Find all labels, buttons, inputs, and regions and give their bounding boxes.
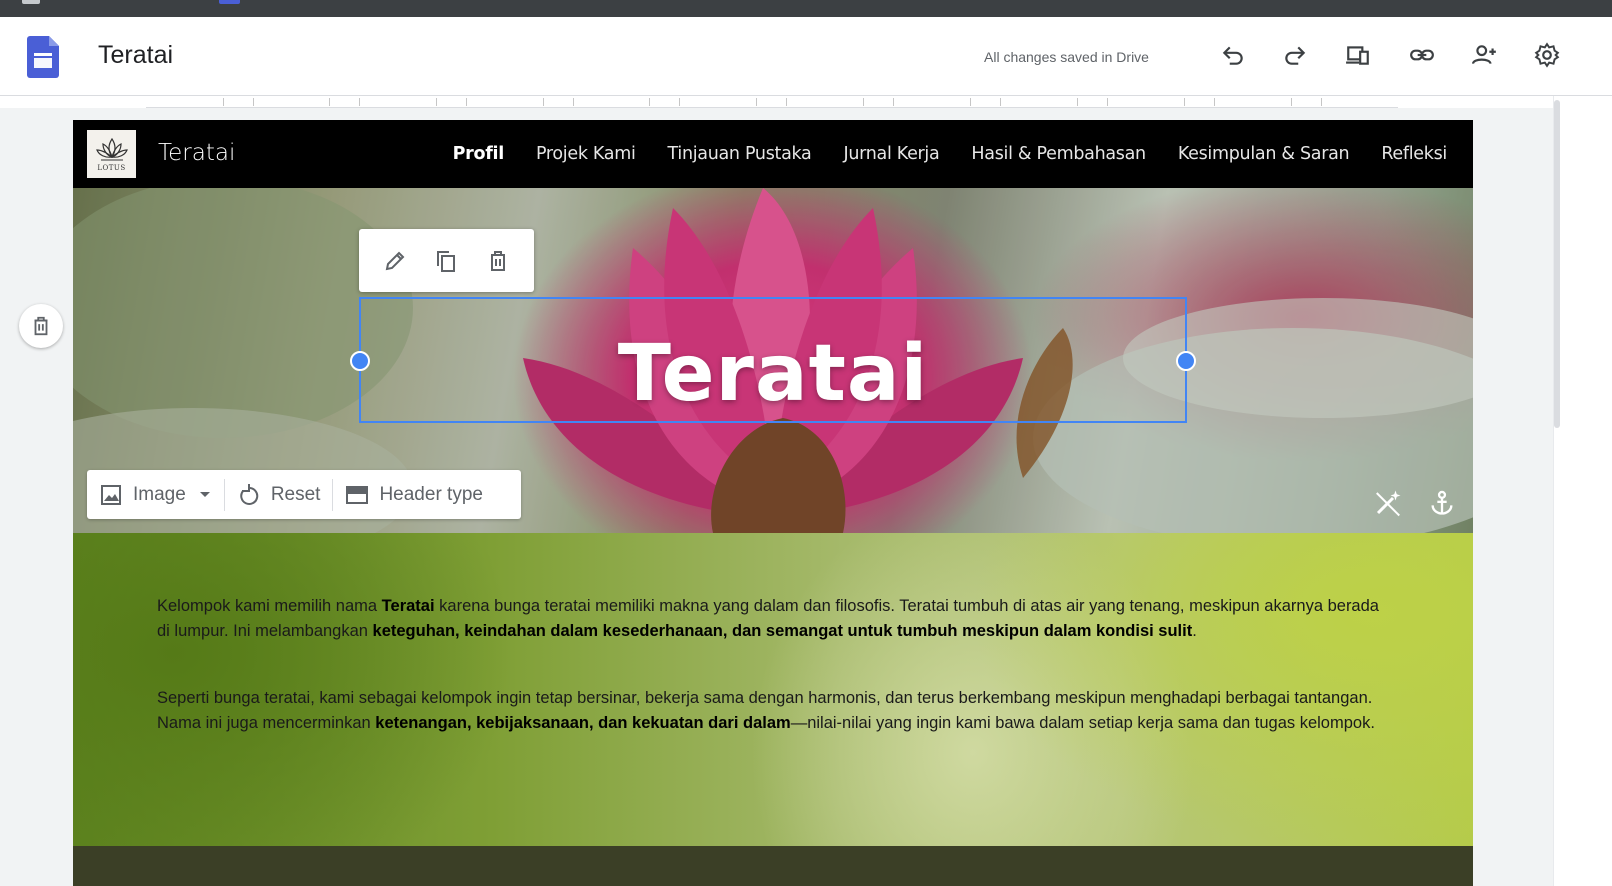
browser-tab-indicator [22,0,40,4]
nav-item-jurnal-kerja[interactable]: Jurnal Kerja [843,144,939,164]
nav-item-kesimpulan-saran[interactable]: Kesimpulan & Saran [1178,144,1350,164]
google-sites-logo[interactable] [27,36,59,78]
nav-item-refleksi[interactable]: Refleksi [1381,144,1447,164]
resize-handle-right[interactable] [1176,351,1196,371]
lotus-icon [95,137,128,160]
undo-button[interactable] [1216,38,1250,72]
right-panel-edge [1568,96,1612,886]
site-logo-text: LOTUS [97,163,126,172]
redo-button[interactable] [1278,38,1312,72]
browser-top-strip [0,0,1612,17]
reset-button-label: Reset [270,483,321,505]
nav-item-projek-kami[interactable]: Projek Kami [536,144,636,164]
copy-link-button[interactable] [1405,38,1439,72]
delete-button[interactable] [480,243,516,279]
trash-icon [491,250,506,271]
trash-icon [34,316,48,336]
preview-icon [1346,46,1369,65]
browser-tab-indicator-active [219,0,240,4]
site-nav-links: Profil Projek Kami Tinjauan Pustaka Jurn… [453,144,1448,164]
paragraph-2[interactable]: Seperti bunga teratai, kami sebagai kelo… [157,686,1387,735]
next-section[interactable] [73,846,1473,886]
header-toolbar: Image Reset Header type [87,470,521,519]
ruler [0,96,1612,108]
save-status: All changes saved in Drive [984,49,1149,65]
image-button-label: Image [133,483,186,505]
header-banner[interactable]: Teratai Image Reset Header type [73,188,1473,533]
preview-button[interactable] [1341,38,1375,72]
magic-wand-icon [1376,490,1401,517]
anchor-button[interactable] [1425,486,1459,520]
share-icon [1472,45,1496,65]
change-image-button[interactable]: Image [87,470,224,519]
header-type-label: Header type [379,483,483,505]
anchor-icon [1431,490,1453,515]
header-type-icon [346,485,369,504]
dropdown-arrow-icon [199,491,210,497]
title-element-toolbar [359,229,534,292]
nav-item-hasil-pembahasan[interactable]: Hasil & Pembahasan [971,144,1146,164]
reset-button[interactable]: Reset [225,470,333,519]
image-icon [101,484,121,505]
header-type-button[interactable]: Header type [333,470,495,519]
readability-button[interactable] [1371,486,1405,520]
site-navigation-bar: LOTUS Teratai Profil Projek Kami Tinjaua… [73,120,1473,188]
title-text-box[interactable]: Teratai [350,297,1196,423]
site-title[interactable]: Teratai [98,41,173,70]
nav-item-tinjauan-pustaka[interactable]: Tinjauan Pustaka [668,144,812,164]
site-page-canvas: LOTUS Teratai Profil Projek Kami Tinjaua… [73,120,1473,886]
link-icon [1410,49,1434,61]
site-name[interactable]: Teratai [158,140,235,166]
reset-icon [240,483,259,505]
app-bar: Teratai All changes saved in Drive [0,17,1612,96]
scrollbar-thumb[interactable] [1554,100,1560,428]
share-button[interactable] [1468,38,1502,72]
paragraph-1[interactable]: Kelompok kami memilih nama Teratai karen… [157,594,1387,643]
edit-button[interactable] [377,243,413,279]
page-title[interactable]: Teratai [361,329,1185,419]
content-section[interactable]: Kelompok kami memilih nama Teratai karen… [73,533,1473,846]
nav-item-profil[interactable]: Profil [453,144,505,164]
vertical-scrollbar[interactable] [1553,96,1568,886]
ruler-track [146,96,1398,108]
pencil-icon [385,251,405,270]
delete-section-button[interactable] [19,304,63,348]
settings-button[interactable] [1530,38,1564,72]
resize-handle-left[interactable] [350,351,370,371]
copy-icon [437,250,456,272]
undo-icon [1222,46,1243,65]
redo-icon [1285,46,1306,65]
site-logo[interactable]: LOTUS [87,130,136,178]
settings-icon [1534,42,1560,68]
duplicate-button[interactable] [428,243,464,279]
